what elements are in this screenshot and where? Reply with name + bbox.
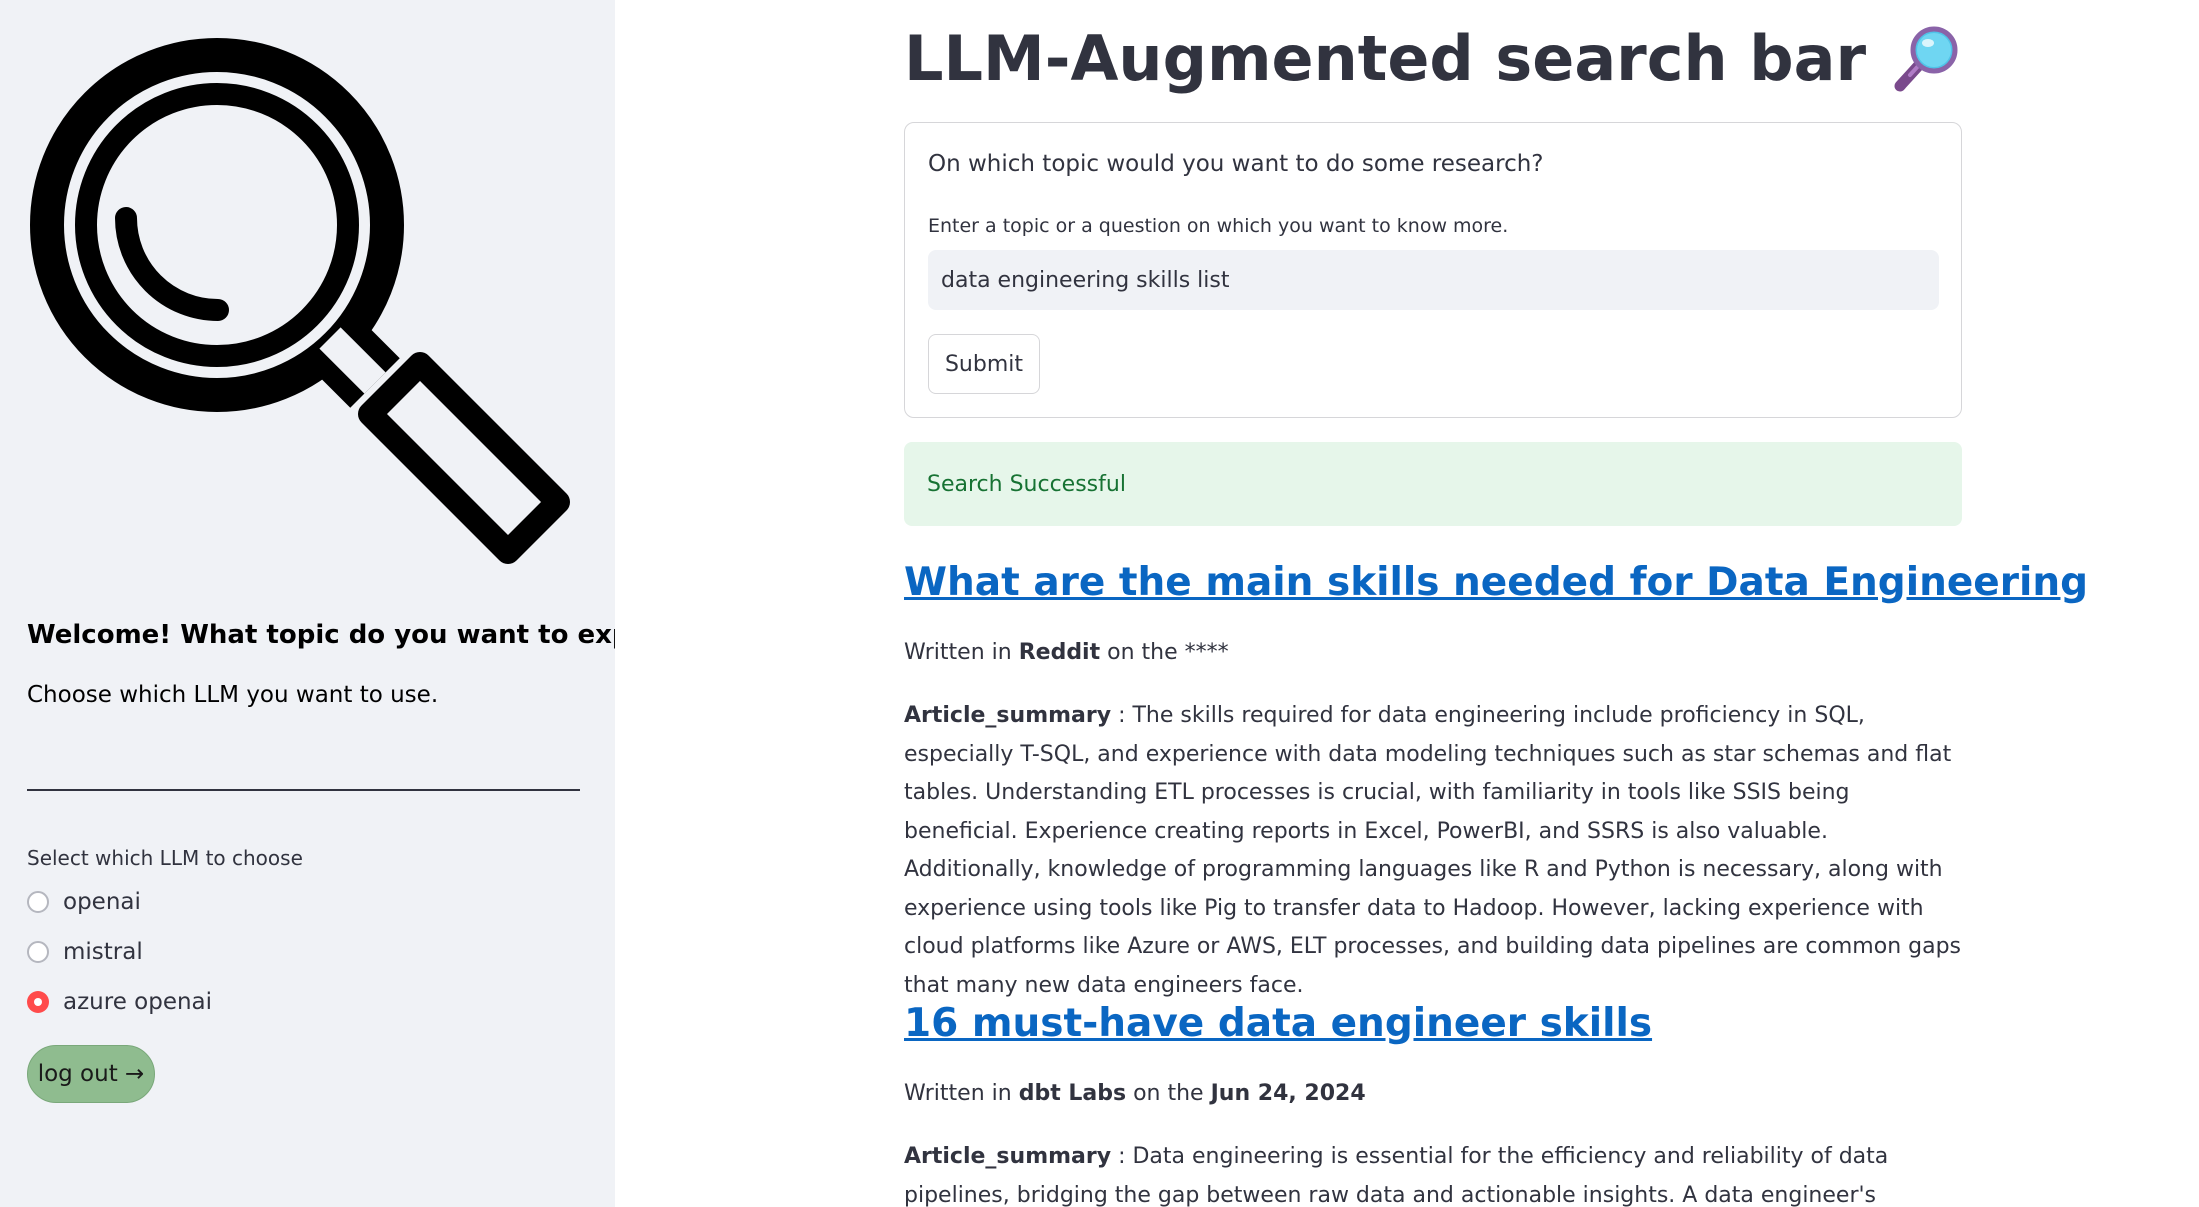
page-title: LLM-Augmented search bar (904, 22, 1960, 95)
llm-radio-group-label: Select which LLM to choose (27, 846, 303, 870)
written-prefix: Written in (904, 1081, 1019, 1106)
search-form: On which topic would you want to do some… (904, 122, 1962, 418)
logout-button[interactable]: log out → (27, 1045, 155, 1103)
article-date: Jun 24, 2024 (1210, 1081, 1366, 1106)
radio-option-mistral[interactable]: mistral (27, 935, 143, 969)
app: Welcome! What topic do you want to explo… (0, 0, 2199, 1207)
submit-button[interactable]: Submit (928, 334, 1040, 394)
date-prefix: on the (1126, 1081, 1211, 1106)
article-source: dbt Labs (1018, 1081, 1127, 1106)
article-title-link[interactable]: 16 must-have data engineer skills (904, 1001, 1652, 1046)
article-source-line: Written in dbt Labs on the Jun 24, 2024 (904, 1081, 1366, 1106)
radio-circle[interactable] (27, 941, 49, 963)
success-alert: Search Successful (904, 442, 1962, 526)
sidebar-welcome: Welcome! What topic do you want to explo… (27, 620, 615, 650)
article-title-link[interactable]: What are the main skills needed for Data… (904, 560, 2088, 605)
search-input[interactable] (928, 250, 1939, 310)
radio-option-label: azure openai (63, 989, 213, 1015)
sidebar-divider (27, 789, 580, 791)
summary-label: Article_summary (904, 703, 1112, 728)
search-input-label: Enter a topic or a question on which you… (928, 215, 1509, 237)
date-prefix: on the (1100, 640, 1185, 665)
radio-option-azure-openai[interactable]: azure openai (27, 985, 212, 1019)
radio-option-openai[interactable]: openai (27, 885, 141, 919)
sidebar: Welcome! What topic do you want to explo… (0, 0, 615, 1207)
radio-option-label: openai (63, 889, 141, 915)
article-summary: Article_summary : The skills required fo… (904, 697, 1962, 1005)
radio-option-label: mistral (63, 939, 143, 965)
summary-text: : The skills required for data engineeri… (904, 703, 1962, 998)
page-title-text: LLM-Augmented search bar (904, 22, 1867, 95)
article-source: Reddit (1018, 640, 1101, 665)
radio-circle[interactable] (27, 891, 49, 913)
magnifying-glass-tilted-right-emoji-icon (1894, 26, 1958, 91)
sidebar-choose-llm: Choose which LLM you want to use. (27, 682, 439, 708)
magnifying-glass-icon (30, 38, 570, 564)
article-summary: Article_summary : Data engineering is es… (904, 1138, 1962, 1207)
main-content: LLM-Augmented search bar On which topic … (904, 0, 2088, 1207)
article-date: **** (1184, 640, 1229, 665)
radio-circle-selected[interactable] (27, 991, 49, 1013)
written-prefix: Written in (904, 640, 1019, 665)
form-question: On which topic would you want to do some… (928, 151, 1544, 177)
article-source-line: Written in Reddit on the **** (904, 640, 1229, 665)
summary-label: Article_summary (904, 1144, 1112, 1169)
